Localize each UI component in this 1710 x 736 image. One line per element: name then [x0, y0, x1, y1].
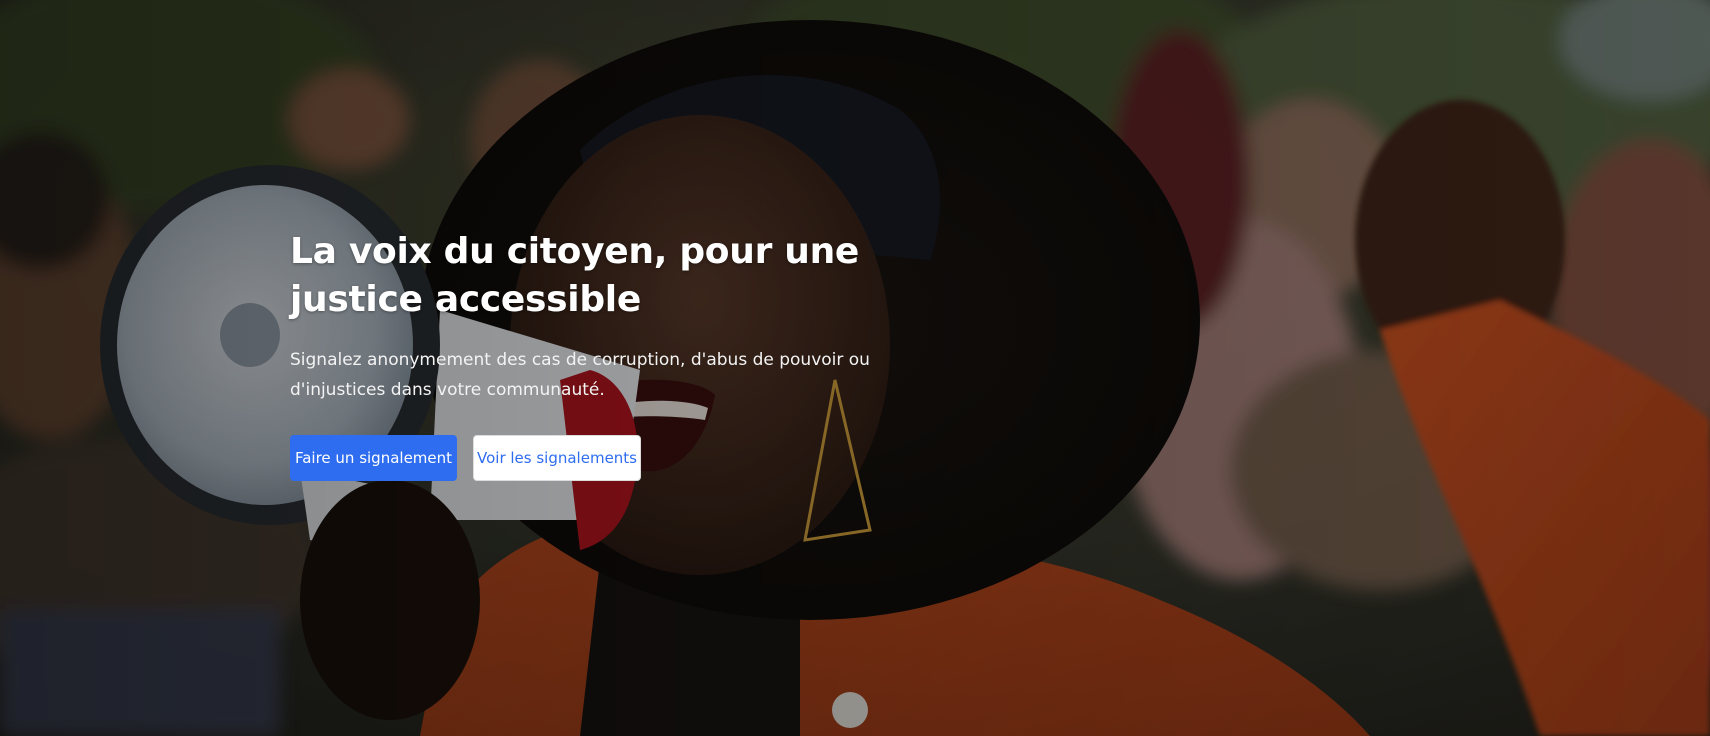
- hero-title: La voix du citoyen, pour une justice acc…: [290, 231, 860, 320]
- hero-content: La voix du citoyen, pour une justice acc…: [290, 228, 930, 481]
- view-reports-button[interactable]: Voir les signalements: [473, 435, 641, 481]
- hero-actions: Faire un signalement Voir les signalemen…: [290, 435, 930, 481]
- report-button[interactable]: Faire un signalement: [290, 435, 457, 481]
- hero-section: La voix du citoyen, pour une justice acc…: [0, 0, 1710, 736]
- hero-subtitle: Signalez anonymement des cas de corrupti…: [290, 350, 870, 400]
